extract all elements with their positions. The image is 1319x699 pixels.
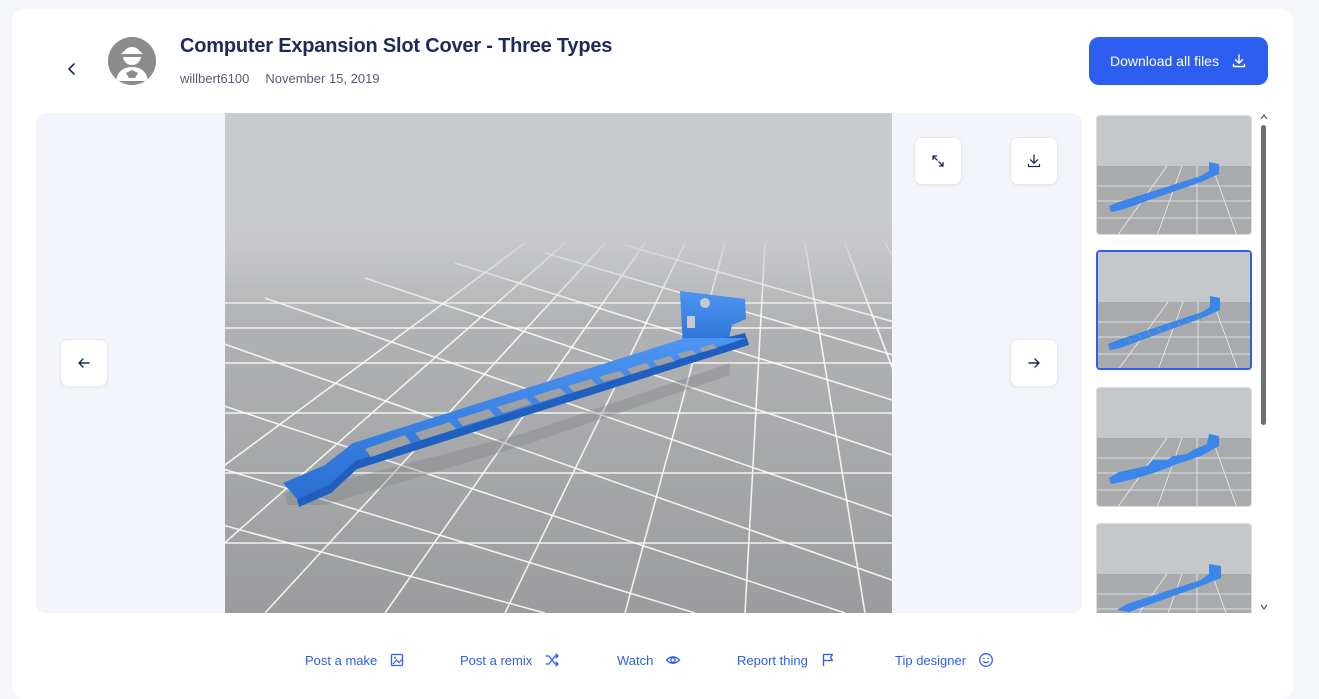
action-label: Post a remix bbox=[460, 652, 533, 668]
user-avatar-icon bbox=[108, 37, 156, 85]
thumbnail-3[interactable] bbox=[1096, 387, 1252, 507]
model-thumbnail-icon bbox=[1097, 524, 1251, 613]
thing-meta: willbert6100 November 15, 2019 bbox=[180, 71, 380, 86]
thing-card: Computer Expansion Slot Cover - Three Ty… bbox=[12, 9, 1293, 699]
action-label: Post a make bbox=[305, 652, 378, 668]
arrow-left-icon bbox=[78, 358, 90, 368]
expand-icon bbox=[932, 155, 944, 167]
smile-icon bbox=[979, 653, 994, 667]
model-render-icon bbox=[225, 113, 892, 613]
post-remix-action[interactable]: Post a remix bbox=[460, 652, 560, 668]
eye-icon bbox=[665, 656, 681, 664]
fullscreen-button[interactable] bbox=[914, 137, 962, 185]
download-icon bbox=[1232, 54, 1246, 68]
action-bar: Post a make Post a remix Watch Report th… bbox=[12, 652, 1293, 676]
thumbnail-scrollbar[interactable] bbox=[1258, 113, 1270, 613]
scroll-down-icon[interactable] bbox=[1259, 603, 1269, 611]
action-label: Watch bbox=[617, 652, 654, 668]
download-image-button[interactable] bbox=[1010, 137, 1058, 185]
avatar[interactable] bbox=[108, 37, 156, 85]
back-button[interactable] bbox=[52, 49, 92, 89]
post-make-action[interactable]: Post a make bbox=[305, 652, 405, 668]
model-thumbnail-icon bbox=[1097, 388, 1251, 506]
shuffle-icon bbox=[545, 653, 559, 667]
scrollbar-thumb[interactable] bbox=[1261, 125, 1266, 425]
publish-date: November 15, 2019 bbox=[265, 71, 380, 86]
watch-action[interactable]: Watch bbox=[617, 652, 681, 668]
scroll-up-icon[interactable] bbox=[1259, 113, 1269, 121]
image-viewer bbox=[36, 113, 1082, 613]
image-icon bbox=[391, 653, 404, 667]
model-thumbnail-icon bbox=[1097, 116, 1251, 234]
download-all-label: Download all files bbox=[1110, 53, 1219, 69]
main-model-image[interactable] bbox=[225, 113, 892, 613]
thumbnail-strip bbox=[1094, 113, 1270, 613]
download-icon bbox=[1027, 154, 1041, 168]
page-title: Computer Expansion Slot Cover - Three Ty… bbox=[180, 35, 613, 57]
report-thing-action[interactable]: Report thing bbox=[737, 652, 836, 668]
thumbnail-1[interactable] bbox=[1096, 115, 1252, 235]
previous-image-button[interactable] bbox=[60, 339, 108, 387]
thumbnail-2[interactable] bbox=[1096, 250, 1252, 370]
download-all-button[interactable]: Download all files bbox=[1089, 37, 1268, 85]
action-label: Tip designer bbox=[895, 652, 967, 668]
chevron-left-icon bbox=[67, 63, 75, 75]
model-thumbnail-icon bbox=[1098, 252, 1250, 368]
tip-designer-action[interactable]: Tip designer bbox=[895, 652, 994, 668]
arrow-right-icon bbox=[1028, 358, 1040, 368]
author-link[interactable]: willbert6100 bbox=[180, 71, 249, 86]
flag-icon bbox=[822, 653, 833, 666]
next-image-button[interactable] bbox=[1010, 339, 1058, 387]
action-label: Report thing bbox=[737, 652, 808, 668]
thumbnail-4[interactable] bbox=[1096, 523, 1252, 613]
